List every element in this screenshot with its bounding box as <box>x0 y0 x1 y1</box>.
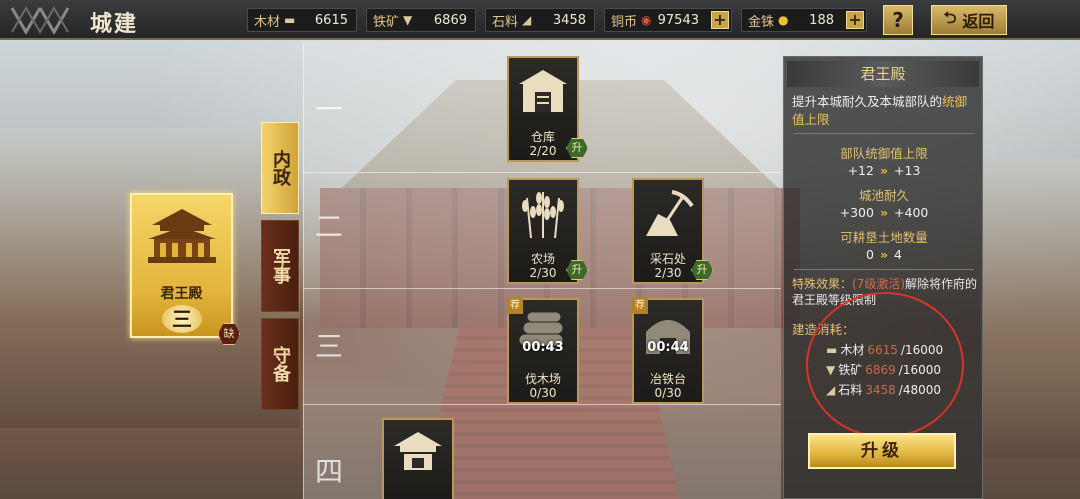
wheat-icon <box>522 192 564 239</box>
selected-building-level: 三 <box>162 305 202 333</box>
building-smelter[interactable]: 00:44 冶铁台 0/30 荐 <box>632 298 704 404</box>
pickaxe-icon <box>646 190 694 236</box>
double-chevron-icon: » <box>879 163 889 178</box>
stat-label: 城池耐久 <box>858 188 909 203</box>
resource-iron: 铁矿 ▼ 6869 <box>366 8 476 32</box>
market-icon <box>394 432 442 470</box>
recommended-badge: 荐 <box>507 298 523 314</box>
menu-lattice-icon[interactable] <box>10 4 80 36</box>
coin-icon: ◉ <box>641 13 652 27</box>
resource-stone: 石料 ◢ 3458 <box>485 8 595 32</box>
upgrade-button[interactable]: 升级 <box>808 433 956 469</box>
stat-label: 可耕垦土地数量 <box>840 230 928 245</box>
palace-icon <box>148 209 216 263</box>
top-bar: 城建 木材 ▬ 6615 铁矿 ▼ 6869 石料 ◢ 3458 铜币 ◉ 97543 … <box>0 0 1080 40</box>
double-chevron-icon: » <box>879 247 889 262</box>
double-chevron-icon: » <box>879 205 889 220</box>
resource-copper: 铜币 ◉ 97543 + <box>604 8 732 32</box>
iron-icon: ▼ <box>403 13 413 27</box>
tab-internal-affairs[interactable]: 内政 <box>261 122 299 214</box>
back-button[interactable]: ⮌ 返回 <box>931 5 1007 35</box>
stat-values: +12» +13 <box>847 163 921 178</box>
info-description: 提升本城耐久及本城部队的统御值上限 <box>792 94 968 127</box>
build-timer: 00:43 <box>522 340 564 355</box>
building-tier4[interactable] <box>382 418 454 499</box>
tab-defense[interactable]: 守备 <box>261 318 299 410</box>
annotation-circle <box>806 292 964 438</box>
resource-gold: 金铢 ● 188 + <box>741 8 867 32</box>
stone-icon: ◢ <box>522 13 532 27</box>
selected-building-name: 君王殿 <box>160 286 203 302</box>
resource-wood: 木材 ▬ 6615 <box>247 8 357 32</box>
tier-label: 一 <box>315 93 344 126</box>
info-title: 君王殿 <box>787 61 979 87</box>
tab-military[interactable]: 军事 <box>261 220 299 312</box>
add-gold-button[interactable]: + <box>846 11 864 29</box>
building-lumber-yard[interactable]: 00:43 伐木场 0/30 荐 <box>507 298 579 404</box>
stat-values: 0» 4 <box>866 247 902 262</box>
selected-building-card[interactable]: 君王殿 三 缺 <box>130 193 240 345</box>
build-timer: 00:44 <box>647 340 689 355</box>
wood-icon: ▬ <box>284 13 296 27</box>
stat-values: +300» +400 <box>839 205 929 220</box>
tier-label: 四 <box>315 455 344 488</box>
gold-icon: ● <box>778 13 789 27</box>
warehouse-icon <box>519 70 567 112</box>
add-copper-button[interactable]: + <box>711 11 729 29</box>
page-title: 城建 <box>90 12 139 37</box>
recommended-badge: 荐 <box>632 298 648 314</box>
stat-label: 部队统御值上限 <box>840 146 928 161</box>
help-button[interactable]: ? <box>883 5 913 35</box>
tier-label: 二 <box>315 210 344 243</box>
tier-label: 三 <box>315 330 344 363</box>
back-arrow-icon: ⮌ <box>943 7 957 27</box>
